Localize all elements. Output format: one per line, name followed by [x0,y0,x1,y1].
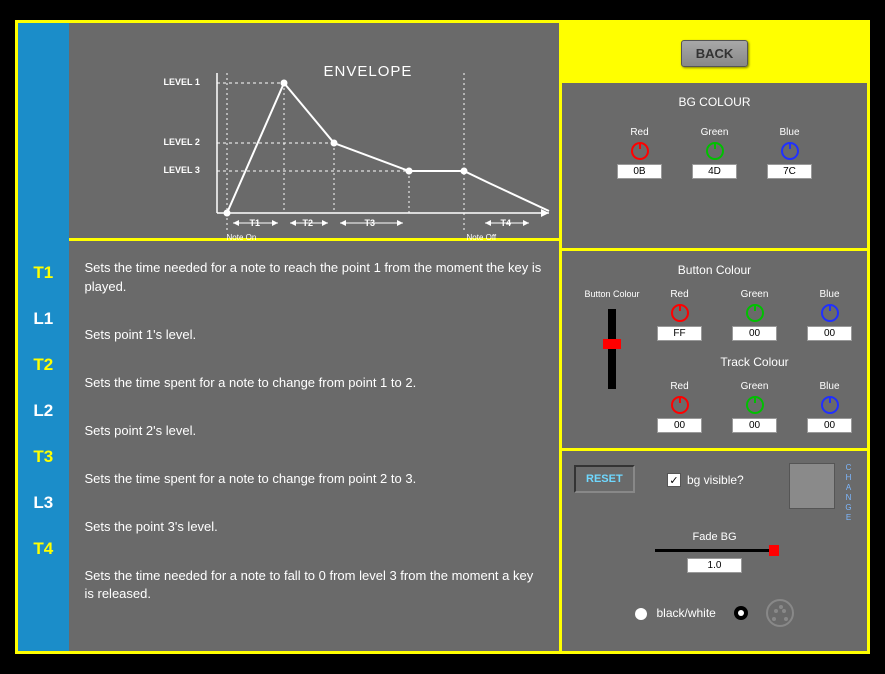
bg-colour-panel: BG COLOUR Red 0B Green 4D Blue 7C [562,83,867,251]
fade-bg-slider[interactable] [655,549,775,552]
envelope-diagram: ENVELOPE LEVEL 1 LEVEL 2 LEVEL 3 T1 T2 T… [69,23,560,241]
back-button[interactable]: BACK [681,40,749,67]
btn-blue-value[interactable]: 00 [807,326,852,341]
bg-red-value[interactable]: 0B [617,164,662,179]
trk-blue-label: Blue [802,381,857,392]
btn-blue-label: Blue [802,289,857,300]
desc-t4: Sets the time needed for a note to fall … [85,567,544,603]
diagram-t2: T2 [303,218,314,228]
midi-port-icon [766,599,794,627]
midi-radio[interactable] [734,606,748,620]
bg-blue-label: Blue [762,127,817,138]
bg-red-label: Red [612,127,667,138]
trk-green-value[interactable]: 00 [732,418,777,433]
desc-l2: Sets point 2's level. [85,422,544,440]
trk-red-value[interactable]: 00 [657,418,702,433]
change-label[interactable]: CHANGE [844,463,853,523]
btn-blue-knob[interactable] [821,304,839,322]
diagram-level3: LEVEL 3 [164,165,200,175]
diagram-title: ENVELOPE [324,63,413,80]
bottom-panel: RESET ✓ bg visible? CHANGE Fade BG 1.0 b… [562,451,867,651]
fade-bg-value[interactable]: 1.0 [687,558,742,573]
bg-colour-title: BG COLOUR [562,95,867,109]
bg-green-value[interactable]: 4D [692,164,737,179]
btn-red-label: Red [652,289,707,300]
bg-visible-label: bg visible? [687,473,744,487]
trk-blue-value[interactable]: 00 [807,418,852,433]
rail-t4: T4 [33,539,53,559]
rail-l1: L1 [33,309,53,329]
colour-swatch[interactable] [789,463,835,509]
desc-t1: Sets the time needed for a note to reach… [85,259,544,295]
diagram-note-off: Note Off [467,233,497,242]
btn-red-knob[interactable] [671,304,689,322]
diagram-level2: LEVEL 2 [164,137,200,147]
rail-t3: T3 [33,447,53,467]
bw-label: black/white [656,606,715,620]
btn-red-value[interactable]: FF [657,326,702,341]
btn-green-knob[interactable] [746,304,764,322]
diagram-t3: T3 [365,218,376,228]
button-colour-slider-thumb[interactable] [603,339,621,349]
button-colour-title: Button Colour [572,263,857,277]
trk-red-label: Red [652,381,707,392]
bg-visible-checkbox[interactable]: ✓ [667,473,681,487]
btn-green-value[interactable]: 00 [732,326,777,341]
desc-l3: Sets the point 3's level. [85,518,544,536]
descriptions-panel: Sets the time needed for a note to reach… [69,241,560,651]
diagram-t1: T1 [250,218,261,228]
fade-bg-label: Fade BG [562,531,867,543]
rail-l3: L3 [33,493,53,513]
button-colour-slider[interactable] [608,309,616,389]
diagram-level1: LEVEL 1 [164,77,200,87]
rail-t2: T2 [33,355,53,375]
diagram-note-on: Note On [227,233,257,242]
header-bar: BACK [562,23,867,83]
left-rail: T1 L1 T2 L2 T3 L3 T4 [18,23,69,651]
bg-green-label: Green [687,127,742,138]
rail-t1: T1 [33,263,53,283]
bg-red-knob[interactable] [631,142,649,160]
button-colour-slider-label: Button Colour [572,289,652,299]
track-colour-title: Track Colour [652,355,857,369]
rail-l2: L2 [33,401,53,421]
bg-green-knob[interactable] [706,142,724,160]
desc-t3: Sets the time spent for a note to change… [85,470,544,488]
trk-blue-knob[interactable] [821,396,839,414]
reset-button[interactable]: RESET [574,465,635,493]
trk-green-knob[interactable] [746,396,764,414]
desc-t2: Sets the time spent for a note to change… [85,374,544,392]
diagram-t4: T4 [501,218,512,228]
desc-l1: Sets point 1's level. [85,326,544,344]
btn-green-label: Green [727,289,782,300]
fade-bg-slider-thumb[interactable] [769,545,779,556]
trk-green-label: Green [727,381,782,392]
button-track-panel: Button Colour Button Colour Red FF [562,251,867,451]
bg-blue-knob[interactable] [781,142,799,160]
bg-blue-value[interactable]: 7C [767,164,812,179]
trk-red-knob[interactable] [671,396,689,414]
bw-radio[interactable] [635,608,647,620]
